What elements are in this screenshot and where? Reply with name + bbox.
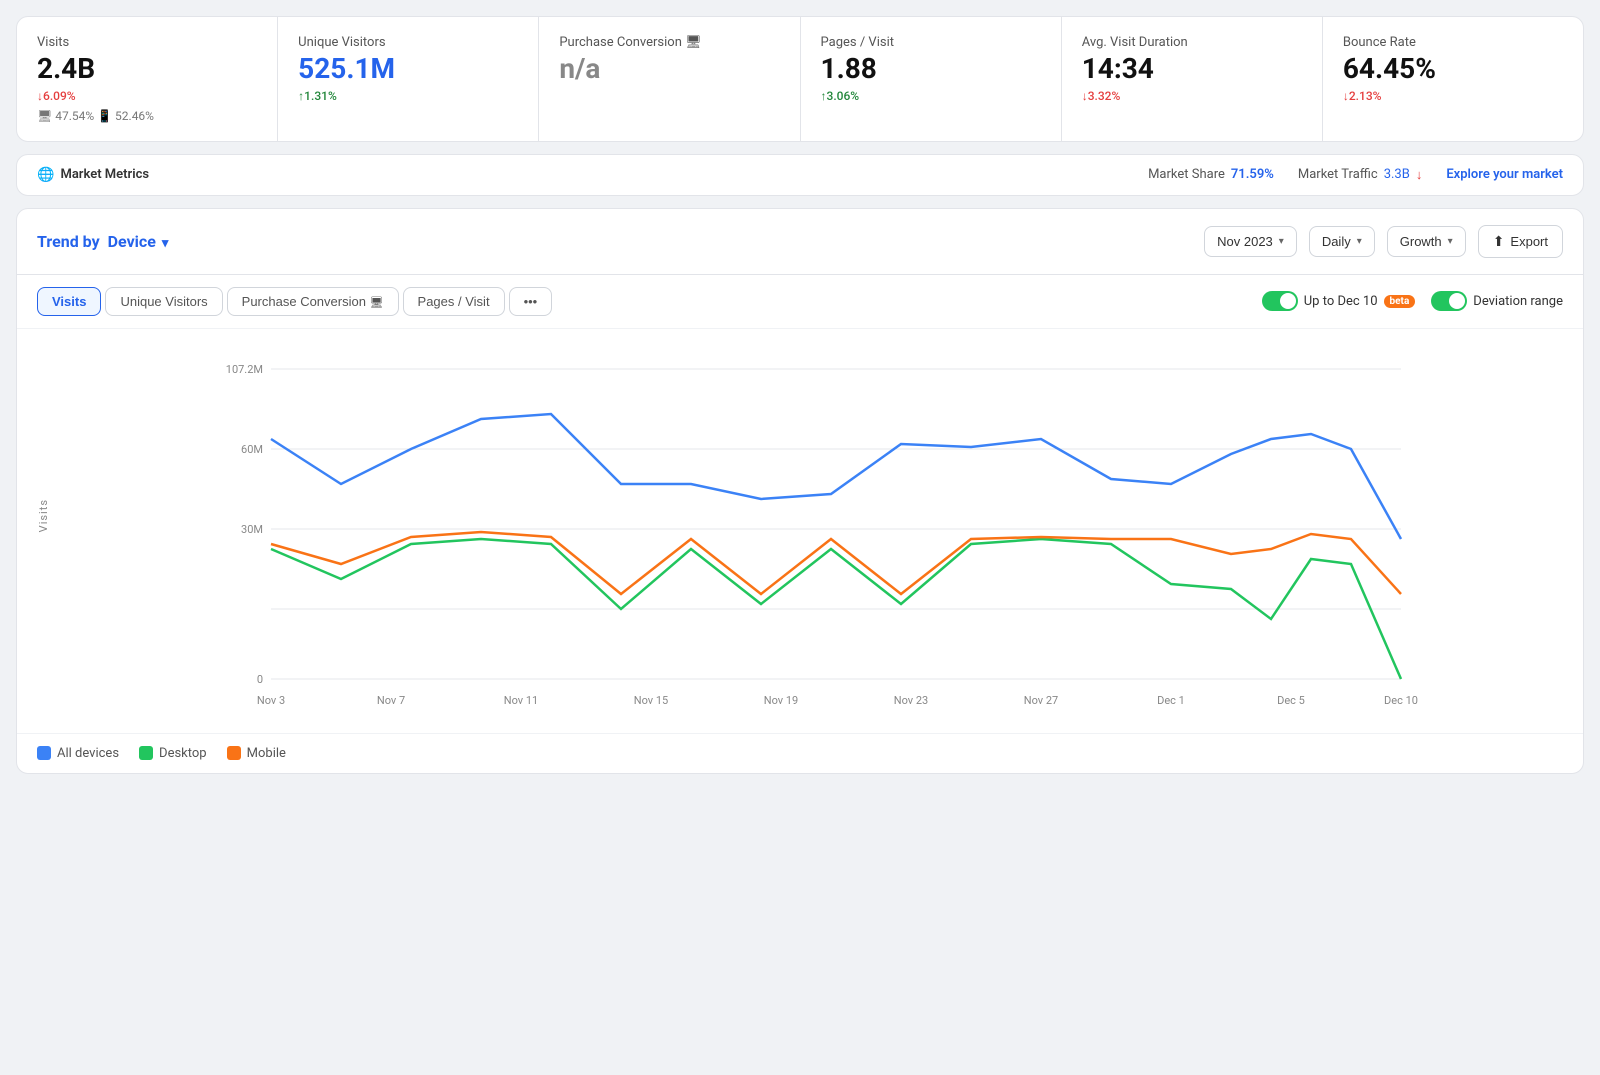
svg-text:30M: 30M xyxy=(241,523,263,536)
metrics-row: Visits 2.4B ↓6.09% 🖥 47.54% 📱 52.46% Uni… xyxy=(17,17,1583,141)
device-chevron-icon: ▾ xyxy=(162,236,169,251)
legend-label: All devices xyxy=(57,746,119,761)
svg-text:Dec 10: Dec 10 xyxy=(1384,694,1418,707)
metric-devices-visits: 🖥 47.54% 📱 52.46% xyxy=(37,109,257,123)
chart-area: Visits 107.2M 60M 30M 0 xyxy=(17,329,1583,733)
interval-filter-button[interactable]: Daily ▾ xyxy=(1309,226,1375,257)
legend-dot-orange xyxy=(227,746,241,760)
y-axis-label: Visits xyxy=(37,499,50,532)
chart-title-highlight: Device xyxy=(108,232,156,251)
svg-text:Nov 7: Nov 7 xyxy=(377,694,405,707)
metrics-card: Visits 2.4B ↓6.09% 🖥 47.54% 📱 52.46% Uni… xyxy=(16,16,1584,142)
metric-value-visits: 2.4B xyxy=(37,54,257,85)
market-share-stat: Market Share 71.59% xyxy=(1148,167,1274,182)
toggle-deviation-switch[interactable] xyxy=(1431,291,1467,311)
toggle-upto-switch[interactable] xyxy=(1262,291,1298,311)
market-metrics-label: 🌐 Market Metrics xyxy=(37,167,149,183)
chart-title: Trend by Device ▾ xyxy=(37,232,1192,251)
tab-purchase-conversion[interactable]: Purchase Conversion 🖥 xyxy=(227,287,399,316)
interval-chevron-icon: ▾ xyxy=(1357,236,1362,247)
chart-svg-container: 107.2M 60M 30M 0 Nov 3 Nov 7 Nov 11 Nov … xyxy=(59,339,1563,723)
chart-tab-row: Visits Unique Visitors Purchase Conversi… xyxy=(17,275,1583,329)
metric-change-visits: ↓6.09% xyxy=(37,89,257,103)
svg-text:Nov 27: Nov 27 xyxy=(1024,694,1058,707)
svg-text:Nov 3: Nov 3 xyxy=(257,694,285,707)
metric-label-pages-visit: Pages / Visit xyxy=(821,35,1041,50)
metric-change-unique-visitors: ↑1.31% xyxy=(298,89,518,103)
metric-value-purchase-conversion: n/a xyxy=(559,54,779,85)
metric-change-avg-visit-duration: ↓3.32% xyxy=(1082,89,1302,103)
metric-item-visits: Visits 2.4B ↓6.09% 🖥 47.54% 📱 52.46% xyxy=(17,17,278,141)
svg-text:107.2M: 107.2M xyxy=(226,363,263,376)
metric-change-bounce-rate: ↓2.13% xyxy=(1343,89,1563,103)
metric-chevron-icon: ▾ xyxy=(1448,236,1453,247)
legend-dot-blue xyxy=(37,746,51,760)
export-button[interactable]: ⬆ Export xyxy=(1478,225,1563,258)
beta-badge: beta xyxy=(1384,295,1416,308)
metric-change-pages-visit: ↑3.06% xyxy=(821,89,1041,103)
metric-item-avg-visit-duration: Avg. Visit Duration 14:34 ↓3.32% xyxy=(1062,17,1323,141)
metric-label-avg-visit-duration: Avg. Visit Duration xyxy=(1082,35,1302,50)
toggle-upto-item: Up to Dec 10 beta xyxy=(1262,291,1416,311)
svg-text:0: 0 xyxy=(257,673,263,686)
svg-text:Nov 11: Nov 11 xyxy=(504,694,538,707)
chart-svg: 107.2M 60M 30M 0 Nov 3 Nov 7 Nov 11 Nov … xyxy=(59,339,1563,719)
y-axis-container: Visits xyxy=(27,339,59,723)
metric-value-pages-visit: 1.88 xyxy=(821,54,1041,85)
svg-text:Dec 1: Dec 1 xyxy=(1157,694,1185,707)
metric-label-bounce-rate: Bounce Rate xyxy=(1343,35,1563,50)
metric-value-unique-visitors: 525.1M xyxy=(298,54,518,85)
export-icon: ⬆ xyxy=(1493,233,1505,250)
metric-item-purchase-conversion: Purchase Conversion 🖥 n/a xyxy=(539,17,800,141)
chart-legend: All devices Desktop Mobile xyxy=(17,733,1583,773)
legend-dot-green xyxy=(139,746,153,760)
svg-text:60M: 60M xyxy=(241,443,263,456)
globe-icon: 🌐 xyxy=(37,167,54,183)
toggle-group: Up to Dec 10 beta Deviation range xyxy=(1262,291,1563,311)
toggle-deviation-item: Deviation range xyxy=(1431,291,1563,311)
metric-item-pages-visit: Pages / Visit 1.88 ↑3.06% xyxy=(801,17,1062,141)
metric-label-purchase-conversion: Purchase Conversion 🖥 xyxy=(559,35,779,50)
metric-value-bounce-rate: 64.45% xyxy=(1343,54,1563,85)
chart-header: Trend by Device ▾ Nov 2023 ▾ Daily ▾ Gro… xyxy=(17,209,1583,275)
date-chevron-icon: ▾ xyxy=(1279,236,1284,247)
chart-card: Trend by Device ▾ Nov 2023 ▾ Daily ▾ Gro… xyxy=(16,208,1584,774)
metric-value-avg-visit-duration: 14:34 xyxy=(1082,54,1302,85)
monitor-icon: 🖥 xyxy=(370,297,384,309)
legend-item-desktop[interactable]: Desktop xyxy=(139,746,207,761)
market-metrics-card: 🌐 Market Metrics Market Share 71.59% Mar… xyxy=(16,154,1584,196)
metric-item-bounce-rate: Bounce Rate 64.45% ↓2.13% xyxy=(1323,17,1583,141)
tab-visits[interactable]: Visits xyxy=(37,287,101,316)
svg-text:Nov 23: Nov 23 xyxy=(894,694,928,707)
market-bar: 🌐 Market Metrics Market Share 71.59% Mar… xyxy=(17,155,1583,195)
legend-item-all-devices[interactable]: All devices xyxy=(37,746,119,761)
metric-label-unique-visitors: Unique Visitors xyxy=(298,35,518,50)
legend-item-mobile[interactable]: Mobile xyxy=(227,746,286,761)
legend-label: Desktop xyxy=(159,746,207,761)
chart-with-yaxis: Visits 107.2M 60M 30M 0 xyxy=(27,339,1563,723)
metric-item-unique-visitors: Unique Visitors 525.1M ↑1.31% xyxy=(278,17,539,141)
legend-label: Mobile xyxy=(247,746,286,761)
tab-more[interactable]: ••• xyxy=(509,287,553,316)
date-filter-button[interactable]: Nov 2023 ▾ xyxy=(1204,226,1297,257)
tab-pages-visit[interactable]: Pages / Visit xyxy=(403,287,505,316)
svg-text:Dec 5: Dec 5 xyxy=(1277,694,1305,707)
metric-label-visits: Visits xyxy=(37,35,257,50)
market-traffic-stat: Market Traffic 3.3B ↓ xyxy=(1298,167,1422,183)
metric-filter-button[interactable]: Growth ▾ xyxy=(1387,226,1466,257)
explore-market-link[interactable]: Explore your market xyxy=(1446,167,1563,182)
svg-text:Nov 19: Nov 19 xyxy=(764,694,798,707)
traffic-down-arrow: ↓ xyxy=(1416,167,1423,183)
tab-unique-visitors[interactable]: Unique Visitors xyxy=(105,287,222,316)
svg-text:Nov 15: Nov 15 xyxy=(634,694,668,707)
